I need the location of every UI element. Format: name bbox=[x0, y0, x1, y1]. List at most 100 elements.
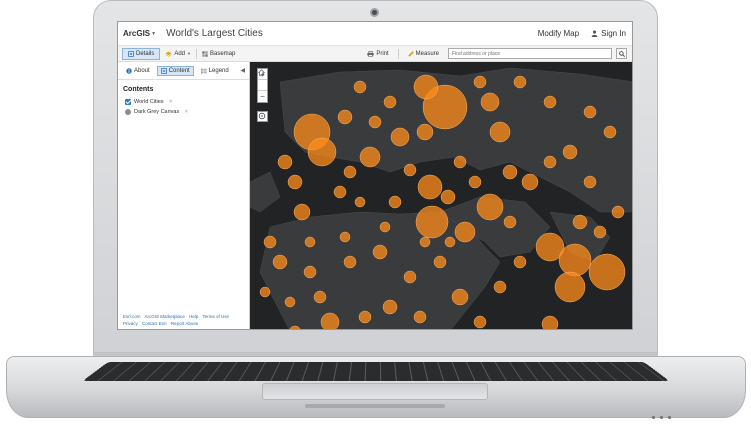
footer-link[interactable]: Privacy bbox=[123, 321, 138, 326]
city-marker[interactable] bbox=[288, 175, 302, 189]
city-marker[interactable] bbox=[612, 206, 624, 218]
city-marker[interactable] bbox=[573, 215, 587, 229]
tab-legend[interactable]: Legend bbox=[198, 67, 232, 75]
city-marker[interactable] bbox=[522, 174, 538, 190]
city-marker[interactable] bbox=[594, 226, 606, 238]
modify-map-link[interactable]: Modify Map bbox=[538, 29, 579, 38]
search-button[interactable] bbox=[616, 48, 627, 59]
city-marker[interactable] bbox=[369, 116, 381, 128]
details-button[interactable]: Details bbox=[122, 48, 160, 60]
city-marker[interactable] bbox=[555, 272, 585, 302]
city-marker[interactable] bbox=[420, 237, 430, 247]
chevron-down-icon[interactable]: ▼ bbox=[151, 31, 156, 37]
footer-link[interactable]: ArcGIS Marketplace bbox=[145, 314, 185, 319]
city-marker[interactable] bbox=[414, 311, 426, 323]
city-marker[interactable] bbox=[589, 254, 625, 290]
city-marker[interactable] bbox=[584, 106, 596, 118]
city-marker[interactable] bbox=[340, 232, 350, 242]
layer-options-icon[interactable]: ✕ bbox=[184, 109, 188, 115]
city-marker[interactable] bbox=[544, 156, 556, 168]
city-marker[interactable] bbox=[417, 124, 433, 140]
city-marker[interactable] bbox=[344, 166, 356, 178]
city-marker[interactable] bbox=[285, 297, 295, 307]
layer-item-world-cities[interactable]: World Cities ✕ bbox=[125, 99, 249, 105]
city-marker[interactable] bbox=[334, 186, 346, 198]
layer-options-icon[interactable]: ✕ bbox=[169, 99, 173, 105]
footer-link[interactable]: Contact Esri bbox=[142, 321, 167, 326]
city-marker[interactable] bbox=[514, 256, 526, 268]
print-button[interactable]: Print bbox=[362, 48, 393, 60]
city-marker[interactable] bbox=[389, 196, 401, 208]
city-marker[interactable] bbox=[344, 256, 356, 268]
city-marker[interactable] bbox=[404, 164, 416, 176]
tab-about[interactable]: About bbox=[123, 67, 153, 75]
city-marker[interactable] bbox=[305, 237, 315, 247]
measure-button[interactable]: Measure bbox=[403, 48, 444, 60]
city-marker[interactable] bbox=[260, 287, 270, 297]
city-marker[interactable] bbox=[338, 110, 352, 124]
app-header: ArcGIS ▼ World's Largest Cities Modify M… bbox=[118, 22, 633, 46]
zoom-out-button[interactable]: − bbox=[258, 91, 267, 102]
tab-content[interactable]: Content bbox=[157, 66, 194, 76]
layer-item-basemap[interactable]: Dark Grey Canvas ✕ bbox=[125, 109, 249, 115]
city-marker[interactable] bbox=[504, 216, 516, 228]
city-marker[interactable] bbox=[514, 76, 526, 88]
city-marker[interactable] bbox=[604, 126, 616, 138]
city-marker[interactable] bbox=[264, 236, 276, 248]
city-marker[interactable] bbox=[314, 291, 326, 303]
city-marker[interactable] bbox=[503, 165, 517, 179]
layer-visibility-checkbox[interactable] bbox=[125, 99, 131, 105]
city-marker[interactable] bbox=[474, 76, 486, 88]
city-marker[interactable] bbox=[278, 155, 292, 169]
city-marker[interactable] bbox=[373, 245, 387, 259]
add-button[interactable]: Add ▼ bbox=[160, 48, 196, 60]
city-marker[interactable] bbox=[383, 300, 397, 314]
details-icon bbox=[128, 51, 134, 57]
city-marker[interactable] bbox=[273, 255, 287, 269]
city-marker[interactable] bbox=[414, 75, 438, 99]
city-marker[interactable] bbox=[391, 128, 409, 146]
city-marker[interactable] bbox=[584, 176, 596, 188]
city-marker[interactable] bbox=[455, 222, 475, 242]
home-button[interactable] bbox=[258, 80, 267, 91]
sign-in-link[interactable]: Sign In bbox=[591, 29, 626, 38]
city-marker[interactable] bbox=[304, 266, 316, 278]
city-marker[interactable] bbox=[360, 147, 380, 167]
city-marker[interactable] bbox=[416, 206, 448, 238]
city-marker[interactable] bbox=[544, 96, 556, 108]
map-view[interactable]: + − bbox=[250, 62, 633, 330]
city-marker[interactable] bbox=[384, 96, 396, 108]
city-marker[interactable] bbox=[477, 194, 503, 220]
footer-link[interactable]: Esri.com bbox=[123, 314, 141, 319]
collapse-panel-icon[interactable]: ◀ bbox=[240, 67, 245, 74]
footer-link[interactable]: Help bbox=[189, 314, 198, 319]
city-marker[interactable] bbox=[559, 244, 591, 276]
city-marker[interactable] bbox=[380, 222, 390, 232]
city-marker[interactable] bbox=[481, 93, 499, 111]
search-input[interactable] bbox=[448, 48, 612, 59]
city-marker[interactable] bbox=[469, 176, 481, 188]
footer-link[interactable]: Terms of Use bbox=[203, 314, 230, 319]
brand-logo[interactable]: ArcGIS bbox=[123, 29, 150, 38]
basemap-button[interactable]: Basemap bbox=[197, 48, 240, 60]
city-marker[interactable] bbox=[321, 313, 339, 330]
city-marker[interactable] bbox=[359, 311, 371, 323]
footer-link[interactable]: Report Abuse bbox=[171, 321, 198, 326]
city-marker[interactable] bbox=[308, 138, 336, 166]
city-marker[interactable] bbox=[445, 237, 455, 247]
city-marker[interactable] bbox=[474, 316, 486, 328]
city-marker[interactable] bbox=[354, 81, 366, 93]
city-marker[interactable] bbox=[404, 271, 416, 283]
city-marker[interactable] bbox=[563, 145, 577, 159]
city-marker[interactable] bbox=[542, 316, 558, 330]
city-marker[interactable] bbox=[454, 156, 466, 168]
city-marker[interactable] bbox=[490, 122, 510, 142]
city-marker[interactable] bbox=[418, 175, 442, 199]
city-marker[interactable] bbox=[355, 197, 365, 207]
locate-button[interactable] bbox=[257, 111, 268, 122]
city-marker[interactable] bbox=[434, 256, 446, 268]
city-marker[interactable] bbox=[452, 289, 468, 305]
city-marker[interactable] bbox=[294, 204, 310, 220]
city-marker[interactable] bbox=[441, 190, 455, 204]
city-marker[interactable] bbox=[494, 281, 506, 293]
